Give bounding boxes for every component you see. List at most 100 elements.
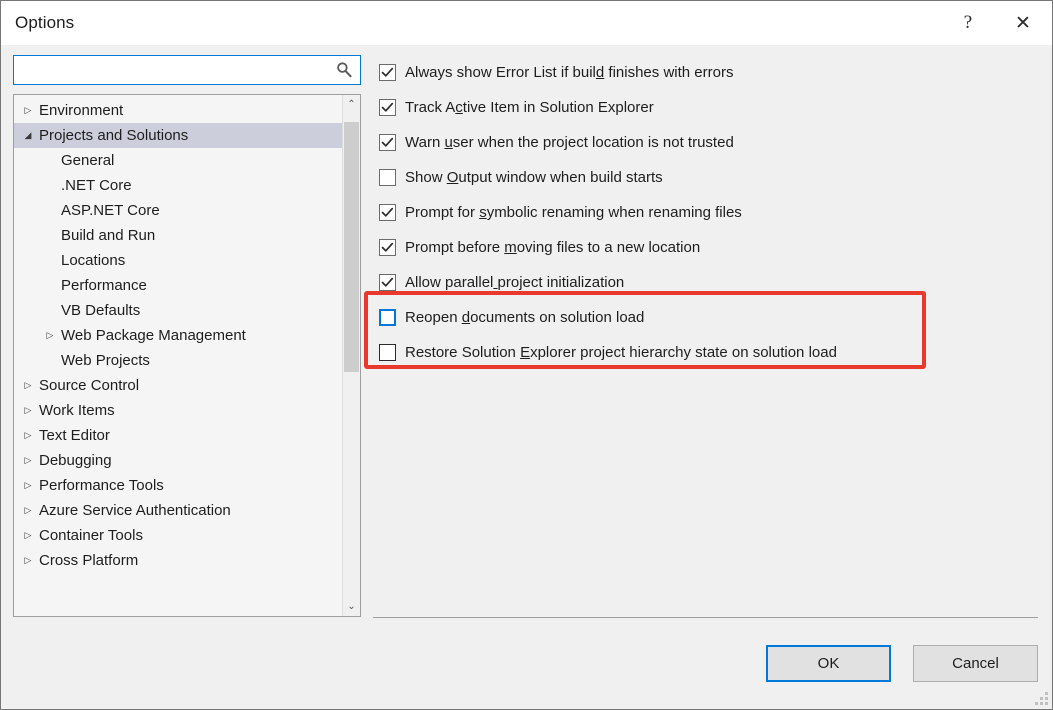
tree-item-label: Projects and Solutions [36, 127, 188, 144]
tree-item-debugging[interactable]: ▷Debugging [14, 448, 342, 473]
tree-item-cross-platform[interactable]: ▷Cross Platform [14, 548, 342, 573]
tree-item-label: Web Package Management [58, 327, 246, 344]
tree-item-list: ▷Environment◢Projects and SolutionsGener… [14, 95, 342, 616]
ok-button[interactable]: OK [766, 645, 891, 682]
dialog-footer: OK Cancel [1, 617, 1052, 709]
tree-item-label: .NET Core [58, 177, 132, 194]
tree-item-work-items[interactable]: ▷Work Items [14, 398, 342, 423]
tree-item-performance[interactable]: Performance [14, 273, 342, 298]
tree-item-asp-net-core[interactable]: ASP.NET Core [14, 198, 342, 223]
checkbox-label: Reopen documents on solution load [405, 309, 644, 326]
tree-item-label: Web Projects [58, 352, 150, 369]
tree-item-label: Performance Tools [36, 477, 164, 494]
checkbox-row[interactable]: Track Active Item in Solution Explorer [379, 90, 1040, 125]
checkbox-checked[interactable] [379, 99, 396, 116]
footer-buttons: OK Cancel [766, 645, 1038, 682]
search-input[interactable] [14, 57, 360, 83]
checkbox-checked[interactable] [379, 204, 396, 221]
expanded-triangle-icon[interactable]: ◢ [20, 131, 36, 140]
tree-item-environment[interactable]: ▷Environment [14, 98, 342, 123]
cancel-button[interactable]: Cancel [913, 645, 1038, 682]
scroll-down-icon[interactable]: ⌄ [343, 597, 360, 616]
tree-item-label: ASP.NET Core [58, 202, 160, 219]
checkbox-row[interactable]: Reopen documents on solution load [379, 300, 1040, 335]
checkmark-icon [381, 66, 394, 79]
tree-item-label: VB Defaults [58, 302, 140, 319]
checkbox-unchecked[interactable] [379, 309, 396, 326]
collapsed-triangle-icon[interactable]: ▷ [20, 456, 36, 465]
help-button[interactable]: ? [942, 1, 994, 45]
tree-item-label: Azure Service Authentication [36, 502, 231, 519]
checkbox-row[interactable]: Always show Error List if build finishes… [379, 55, 1040, 90]
tree-item-azure-service-authentication[interactable]: ▷Azure Service Authentication [14, 498, 342, 523]
collapsed-triangle-icon[interactable]: ▷ [20, 431, 36, 440]
tree-item-label: Container Tools [36, 527, 143, 544]
tree-item-build-and-run[interactable]: Build and Run [14, 223, 342, 248]
scrollbar-thumb[interactable] [344, 122, 359, 372]
tree-item-label: Work Items [36, 402, 115, 419]
collapsed-triangle-icon[interactable]: ▷ [20, 381, 36, 390]
checkbox-label: Allow parallel project initialization [405, 274, 624, 291]
tree-scrollbar[interactable]: ⌃ ⌄ [342, 95, 360, 616]
tree-item-locations[interactable]: Locations [14, 248, 342, 273]
title-bar: Options ? ✕ [1, 1, 1052, 45]
checkbox-row[interactable]: Prompt for symbolic renaming when renami… [379, 195, 1040, 230]
tree-item-label: Text Editor [36, 427, 110, 444]
checkbox-row[interactable]: Show Output window when build starts [379, 160, 1040, 195]
checkbox-list: Always show Error List if build finishes… [379, 55, 1040, 370]
checkmark-icon [381, 276, 394, 289]
checkbox-label: Warn user when the project location is n… [405, 134, 734, 151]
tree-item-label: Source Control [36, 377, 139, 394]
checkbox-unchecked[interactable] [379, 344, 396, 361]
checkbox-row[interactable]: Restore Solution Explorer project hierar… [379, 335, 1040, 370]
window-controls: ? ✕ [942, 1, 1052, 45]
tree-item-projects-and-solutions[interactable]: ◢Projects and Solutions [14, 123, 342, 148]
checkbox-label: Show Output window when build starts [405, 169, 663, 186]
checkbox-label: Prompt before moving files to a new loca… [405, 239, 700, 256]
resize-grip[interactable] [1034, 691, 1048, 705]
checkmark-icon [381, 206, 394, 219]
checkmark-icon [381, 101, 394, 114]
collapsed-triangle-icon[interactable]: ▷ [20, 506, 36, 515]
close-button[interactable]: ✕ [994, 1, 1052, 45]
collapsed-triangle-icon[interactable]: ▷ [20, 106, 36, 115]
scroll-up-icon[interactable]: ⌃ [343, 95, 360, 114]
checkbox-checked[interactable] [379, 239, 396, 256]
tree-item-container-tools[interactable]: ▷Container Tools [14, 523, 342, 548]
checkbox-label: Prompt for symbolic renaming when renami… [405, 204, 742, 221]
tree-item-net-core[interactable]: .NET Core [14, 173, 342, 198]
checkbox-row[interactable]: Prompt before moving files to a new loca… [379, 230, 1040, 265]
tree-item-label: Cross Platform [36, 552, 138, 569]
checkmark-icon [381, 136, 394, 149]
tree-item-label: General [58, 152, 114, 169]
checkbox-label: Always show Error List if build finishes… [405, 64, 733, 81]
tree-item-performance-tools[interactable]: ▷Performance Tools [14, 473, 342, 498]
tree-item-general[interactable]: General [14, 148, 342, 173]
checkmark-icon [381, 241, 394, 254]
tree-item-vb-defaults[interactable]: VB Defaults [14, 298, 342, 323]
options-dialog: Options ? ✕ ▷Environment◢Projects and So… [0, 0, 1053, 710]
navigation-pane: ▷Environment◢Projects and SolutionsGener… [13, 55, 361, 617]
checkbox-unchecked[interactable] [379, 169, 396, 186]
scrollbar-track[interactable] [343, 114, 360, 597]
collapsed-triangle-icon[interactable]: ▷ [20, 481, 36, 490]
collapsed-triangle-icon[interactable]: ▷ [20, 556, 36, 565]
collapsed-triangle-icon[interactable]: ▷ [20, 406, 36, 415]
tree-item-web-package-management[interactable]: ▷Web Package Management [14, 323, 342, 348]
checkbox-row[interactable]: Allow parallel project initialization [379, 265, 1040, 300]
tree-item-label: Locations [58, 252, 125, 269]
footer-divider [373, 617, 1038, 618]
search-box[interactable] [13, 55, 361, 85]
tree-item-web-projects[interactable]: Web Projects [14, 348, 342, 373]
checkbox-checked[interactable] [379, 64, 396, 81]
collapsed-triangle-icon[interactable]: ▷ [20, 531, 36, 540]
checkbox-row[interactable]: Warn user when the project location is n… [379, 125, 1040, 160]
tree-item-source-control[interactable]: ▷Source Control [14, 373, 342, 398]
tree-item-label: Environment [36, 102, 123, 119]
checkbox-label: Restore Solution Explorer project hierar… [405, 344, 837, 361]
checkbox-checked[interactable] [379, 134, 396, 151]
tree-item-text-editor[interactable]: ▷Text Editor [14, 423, 342, 448]
collapsed-triangle-icon[interactable]: ▷ [42, 331, 58, 340]
checkbox-checked[interactable] [379, 274, 396, 291]
options-pane: Always show Error List if build finishes… [361, 55, 1040, 617]
